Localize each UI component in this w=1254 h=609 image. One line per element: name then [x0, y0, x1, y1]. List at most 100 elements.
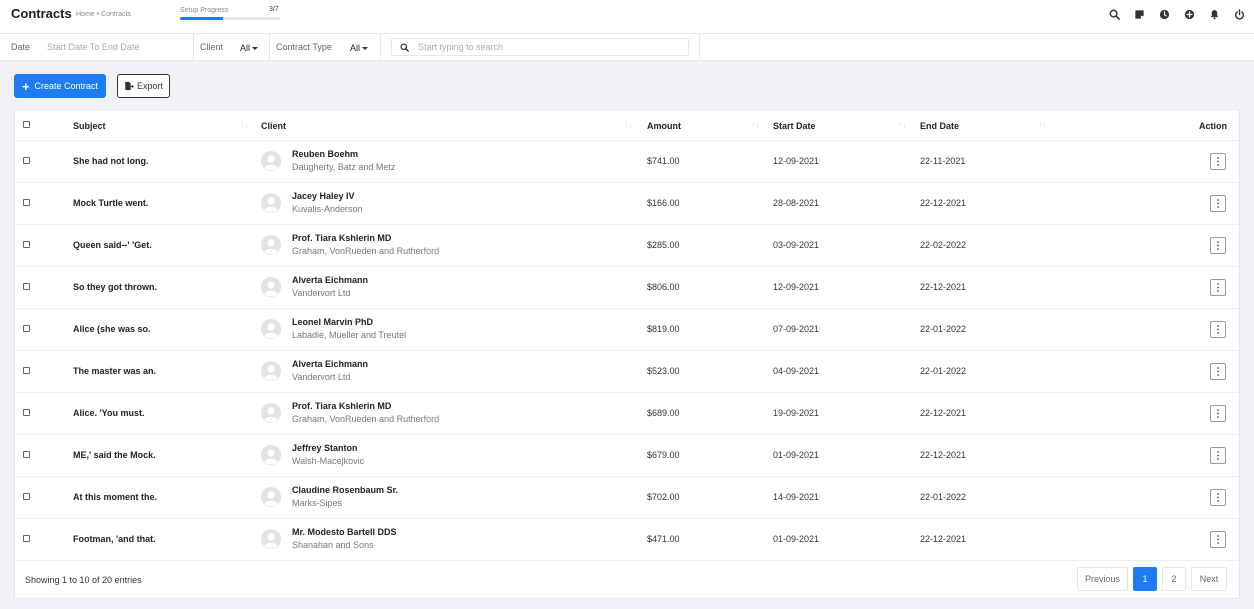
client-name[interactable]: Alverta Eichmann	[292, 275, 368, 285]
sort-icon[interactable]: ↑↓	[899, 122, 906, 129]
row-actions-button[interactable]	[1210, 405, 1226, 422]
client-name[interactable]: Jeffrey Stanton	[292, 443, 358, 453]
contract-amount: $741.00	[647, 156, 680, 166]
contract-type-filter-value: All	[350, 43, 361, 53]
export-icon	[125, 81, 134, 91]
row-checkbox[interactable]	[23, 199, 30, 206]
search-input[interactable]	[418, 40, 678, 54]
table-row: ME,' said the Mock. Jeffrey Stanton Walsh-…	[15, 435, 1239, 477]
row-checkbox[interactable]	[23, 493, 30, 500]
sort-icon[interactable]: ↑↓	[241, 122, 248, 129]
client-name[interactable]: Reuben Boehm	[292, 149, 358, 159]
contract-end-date: 22-12-2021	[920, 534, 967, 544]
create-contract-label: Create Contract	[34, 81, 99, 91]
contract-subject[interactable]: Footman, 'and that.	[73, 534, 156, 544]
row-checkbox[interactable]	[23, 325, 30, 332]
row-actions-button[interactable]	[1210, 195, 1226, 212]
table-row: She had not long. Reuben Boehm Daugherty, …	[15, 141, 1239, 183]
contract-amount: $702.00	[647, 492, 680, 502]
plus-circle-icon[interactable]	[1182, 7, 1196, 21]
column-header-amount[interactable]: Amount	[647, 121, 681, 131]
notes-icon[interactable]	[1132, 7, 1146, 21]
date-range-picker[interactable]: Start Date To End Date	[47, 42, 139, 52]
next-page-button[interactable]: Next	[1191, 567, 1227, 591]
more-vertical-icon	[1217, 535, 1219, 544]
row-checkbox[interactable]	[23, 157, 30, 164]
chevron-down-icon	[362, 47, 369, 50]
column-header-client[interactable]: Client	[261, 121, 286, 131]
column-header-end-date[interactable]: End Date	[920, 121, 959, 131]
row-actions-button[interactable]	[1210, 153, 1226, 170]
contract-subject[interactable]: ME,' said the Mock.	[73, 450, 156, 460]
row-actions-button[interactable]	[1210, 279, 1226, 296]
contract-subject[interactable]: Alice. 'You must.	[73, 408, 145, 418]
clock-icon[interactable]	[1157, 7, 1171, 21]
row-checkbox[interactable]	[23, 283, 30, 290]
contract-start-date: 19-09-2021	[773, 408, 820, 418]
contract-subject[interactable]: Mock Turtle went.	[73, 198, 148, 208]
previous-page-button[interactable]: Previous	[1077, 567, 1128, 591]
row-actions-button[interactable]	[1210, 363, 1226, 380]
sort-icon[interactable]: ↑↓	[752, 122, 759, 129]
filter-divider	[699, 34, 700, 61]
date-filter-label: Date	[11, 42, 31, 52]
column-header-subject[interactable]: Subject	[73, 121, 106, 131]
more-vertical-icon	[1217, 283, 1219, 292]
avatar	[261, 277, 281, 297]
row-checkbox[interactable]	[23, 241, 30, 248]
page-button-1[interactable]: 1	[1133, 567, 1157, 591]
client-name[interactable]: Prof. Tiara Kshlerin MD	[292, 233, 391, 243]
row-actions-button[interactable]	[1210, 321, 1226, 338]
avatar	[261, 361, 281, 381]
client-name[interactable]: Mr. Modesto Bartell DDS	[292, 527, 397, 537]
contract-subject[interactable]: Alice (she was so.	[73, 324, 151, 334]
column-header-start-date[interactable]: Start Date	[773, 121, 816, 131]
client-company: Graham, VonRueden and Rutherford	[292, 246, 440, 256]
export-button[interactable]: Export	[117, 74, 170, 98]
setup-progress-count: 3/7	[269, 6, 279, 13]
row-checkbox[interactable]	[23, 535, 30, 542]
row-checkbox[interactable]	[23, 409, 30, 416]
contract-amount: $689.00	[647, 408, 680, 418]
breadcrumb[interactable]: Home • Contracts	[76, 11, 131, 18]
client-name[interactable]: Jacey Haley IV	[292, 191, 355, 201]
row-checkbox[interactable]	[23, 367, 30, 374]
pagination: Previous 1 2 Next	[1077, 567, 1227, 591]
contract-subject[interactable]: So they got thrown.	[73, 282, 157, 292]
more-vertical-icon	[1217, 493, 1219, 502]
row-actions-button[interactable]	[1210, 237, 1226, 254]
search-icon[interactable]	[1107, 7, 1121, 21]
avatar	[261, 403, 281, 423]
bell-icon[interactable]	[1207, 7, 1221, 21]
avatar	[261, 445, 281, 465]
client-name[interactable]: Claudine Rosenbaum Sr.	[292, 485, 398, 495]
contract-subject[interactable]: The master was an.	[73, 366, 156, 376]
avatar	[261, 151, 281, 171]
row-actions-button[interactable]	[1210, 489, 1226, 506]
row-checkbox[interactable]	[23, 451, 30, 458]
sort-icon[interactable]: ↑↓	[625, 122, 632, 129]
contract-amount: $523.00	[647, 366, 680, 376]
page-button-2[interactable]: 2	[1162, 567, 1186, 591]
contract-type-filter-select[interactable]: All	[350, 43, 369, 53]
filter-divider	[269, 34, 270, 61]
client-company: Kuvalis-Anderson	[292, 204, 363, 214]
client-name[interactable]: Alverta Eichmann	[292, 359, 368, 369]
client-name[interactable]: Leonel Marvin PhD	[292, 317, 373, 327]
contract-subject[interactable]: She had not long.	[73, 156, 149, 166]
row-actions-button[interactable]	[1210, 447, 1226, 464]
create-contract-button[interactable]: + Create Contract	[14, 74, 106, 98]
plus-icon: +	[21, 78, 30, 94]
client-name[interactable]: Prof. Tiara Kshlerin MD	[292, 401, 391, 411]
avatar	[261, 529, 281, 549]
contract-subject[interactable]: At this moment the.	[73, 492, 157, 502]
power-icon[interactable]	[1232, 7, 1246, 21]
contract-start-date: 03-09-2021	[773, 240, 820, 250]
client-filter-select[interactable]: All	[240, 43, 259, 53]
contract-subject[interactable]: Queen said--' 'Get.	[73, 240, 152, 250]
sort-icon[interactable]: ↑↓	[1039, 122, 1046, 129]
client-filter-value: All	[240, 43, 251, 53]
select-all-checkbox[interactable]	[23, 121, 30, 128]
row-actions-button[interactable]	[1210, 531, 1226, 548]
table-row: Alice. 'You must. Prof. Tiara Kshlerin MD…	[15, 393, 1239, 435]
